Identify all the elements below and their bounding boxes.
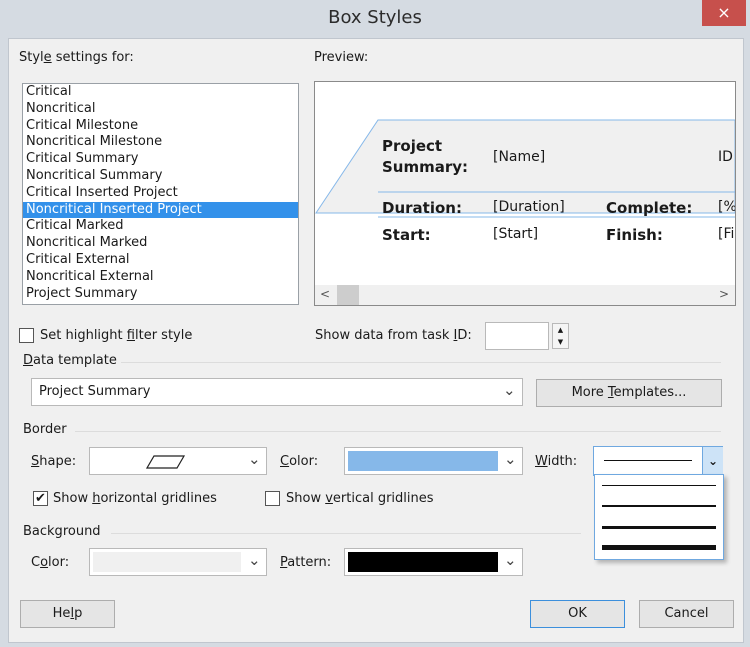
spin-up-icon[interactable]: ▲ <box>553 324 568 336</box>
help-button[interactable]: Help <box>20 600 115 628</box>
scroll-thumb[interactable] <box>337 285 359 305</box>
chevron-down-icon: ⌄ <box>248 551 261 569</box>
width-option-3[interactable] <box>602 526 716 529</box>
highlight-filter-checkbox[interactable] <box>19 328 34 343</box>
style-list-item[interactable]: Noncritical <box>23 101 298 118</box>
style-list-item[interactable]: Noncritical Milestone <box>23 134 298 151</box>
style-list-item[interactable]: Noncritical Summary <box>23 168 298 185</box>
task-id-input[interactable] <box>485 322 549 350</box>
vertical-gridlines-checkbox[interactable] <box>265 491 280 506</box>
task-id-spinner[interactable]: ▲ ▼ <box>552 323 569 349</box>
chevron-down-icon: ⌄ <box>504 450 517 468</box>
border-color-swatch <box>348 451 498 471</box>
background-section-label: Background <box>23 524 101 539</box>
shape-label: Shape: <box>31 454 77 469</box>
preview-title-label-1: Project <box>382 137 443 155</box>
width-option-2[interactable] <box>602 505 716 507</box>
chevron-down-icon: ⌄ <box>504 551 517 569</box>
chevron-down-icon: ⌄ <box>248 450 261 468</box>
window-title: Box Styles <box>328 7 422 28</box>
preview-duration-field: [Duration] <box>493 199 565 215</box>
preview-name-field: [Name] <box>493 149 546 165</box>
style-list-item[interactable]: Noncritical Marked <box>23 235 298 252</box>
close-icon: × <box>717 3 731 22</box>
preview-horizontal-scrollbar[interactable]: < > <box>315 285 735 305</box>
chevron-down-icon[interactable]: ⌄ <box>702 447 723 475</box>
style-list[interactable]: Critical Noncritical Critical Milestone Non… <box>22 83 299 305</box>
style-list-item[interactable]: Critical Summary <box>23 151 298 168</box>
background-color-label: Color: <box>31 555 70 570</box>
data-template-dropdown[interactable]: Project Summary ⌄ <box>31 378 523 406</box>
check-icon: ✔ <box>35 491 46 506</box>
preview-label: Preview: <box>314 50 369 65</box>
preview-finish-label: Finish: <box>606 226 663 244</box>
preview-title-label-2: Summary: <box>382 158 469 176</box>
divider <box>75 431 721 432</box>
data-template-section-label: Data template <box>23 353 117 368</box>
preview-start-label: Start: <box>382 226 431 244</box>
style-list-item[interactable]: Critical Milestone <box>23 118 298 135</box>
task-id-label: Show data from task ID: <box>315 328 472 343</box>
cancel-button[interactable]: Cancel <box>639 600 734 628</box>
width-options-list[interactable] <box>594 474 724 560</box>
width-selected-line <box>604 460 692 461</box>
vertical-gridlines-label: Show vertical gridlines <box>286 491 434 506</box>
shape-dropdown[interactable]: ⌄ <box>89 447 267 475</box>
horizontal-gridlines-checkbox[interactable]: ✔ <box>33 491 48 506</box>
preview-box-shape <box>315 119 735 218</box>
style-settings-label: Style settings for: <box>19 50 134 65</box>
width-option-4[interactable] <box>602 545 716 550</box>
parallelogram-shape-icon <box>146 455 186 469</box>
data-template-value: Project Summary <box>39 384 151 399</box>
width-label: Width: <box>535 454 578 469</box>
spin-down-icon[interactable]: ▼ <box>553 336 568 348</box>
chevron-down-icon: ⌄ <box>503 381 516 399</box>
border-section-label: Border <box>23 422 67 437</box>
preview-id-field: ID <box>718 149 733 165</box>
ok-button[interactable]: OK <box>530 600 625 628</box>
pattern-swatch <box>348 552 498 572</box>
width-option-1[interactable] <box>602 485 716 486</box>
close-button[interactable]: × <box>702 0 746 26</box>
preview-pane: Project Summary: [Name] ID Duration: [Du… <box>314 81 736 306</box>
background-color-swatch <box>93 552 241 572</box>
preview-duration-label: Duration: <box>382 199 462 217</box>
style-list-item[interactable]: Critical Marked <box>23 218 298 235</box>
preview-complete-label: Complete: <box>606 199 693 217</box>
style-list-item[interactable]: Noncritical Inserted Project <box>23 201 298 219</box>
preview-complete-field: [% <box>718 199 736 215</box>
pattern-label: Pattern: <box>280 555 332 570</box>
pattern-dropdown[interactable]: ⌄ <box>344 548 523 576</box>
divider <box>111 533 581 534</box>
title-bar: Box Styles × <box>0 0 750 38</box>
preview-finish-field: [Fi <box>718 226 735 242</box>
preview-start-field: [Start] <box>493 226 539 242</box>
style-list-item[interactable]: Critical External <box>23 252 298 269</box>
more-templates-button[interactable]: More Templates... <box>536 379 722 407</box>
style-list-item[interactable]: Critical <box>23 84 298 101</box>
highlight-filter-label: Set highlight filter style <box>40 328 193 343</box>
horizontal-gridlines-label: Show horizontal gridlines <box>53 491 217 506</box>
style-list-item[interactable]: Project Summary <box>23 286 298 303</box>
style-list-item[interactable]: Critical Inserted Project <box>23 185 298 202</box>
background-color-dropdown[interactable]: ⌄ <box>89 548 267 576</box>
scroll-left-icon[interactable]: < <box>320 287 330 301</box>
style-list-item[interactable]: Noncritical External <box>23 269 298 286</box>
border-color-dropdown[interactable]: ⌄ <box>344 447 523 475</box>
border-color-label: Color: <box>280 454 319 469</box>
scroll-right-icon[interactable]: > <box>719 287 729 301</box>
divider <box>121 362 721 363</box>
width-dropdown[interactable]: ⌄ <box>593 446 723 476</box>
dialog-body: Style settings for: Critical Noncritical C… <box>8 38 744 643</box>
